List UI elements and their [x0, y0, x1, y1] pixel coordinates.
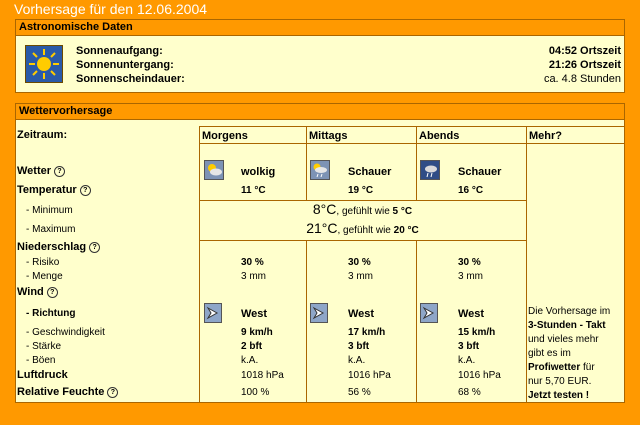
astro-panel: Astronomische Daten Sonnenaufgang: Sonne…	[15, 19, 625, 93]
maximum-label: - Maximum	[26, 224, 76, 235]
col-abends: Abends	[416, 126, 526, 144]
col-mittags: Mittags	[306, 126, 416, 144]
sunshine-value: ca. 4.8 Stunden	[543, 73, 621, 85]
wetter-abends: Schauer	[458, 166, 502, 178]
minimum-label: - Minimum	[26, 205, 73, 216]
help-icon[interactable]: ?	[107, 386, 119, 398]
niederschlag-label: Niederschlag?	[17, 241, 101, 253]
maximum-value: 21°C, gefühlt wie 20 °C	[306, 220, 419, 236]
grid-line	[416, 240, 417, 402]
staerke-mittags: 3 bft	[348, 341, 370, 352]
risiko-label: - Risiko	[26, 257, 60, 268]
col-morgens: Morgens	[199, 126, 306, 144]
temperatur-label: Temperatur?	[17, 184, 91, 196]
showers-icon	[310, 160, 330, 180]
promo-line: und vieles mehr	[528, 334, 599, 345]
sunset-value: 21:26 Ortszeit	[548, 59, 621, 71]
menge-abends: 3 mm	[458, 271, 483, 282]
menge-mittags: 3 mm	[348, 271, 373, 282]
richtung-label: - Richtung	[26, 308, 76, 319]
wetter-mittags: Schauer	[348, 166, 392, 178]
boeen-label: - Böen	[26, 355, 56, 366]
wetter-morgens: wolkig	[241, 166, 276, 178]
promo-line: gibt es im	[528, 348, 571, 359]
night-showers-icon	[420, 160, 440, 180]
astro-header: Astronomische Daten	[16, 20, 624, 36]
temp-abends: 16 °C	[458, 185, 484, 196]
richtung-morgens: West	[241, 308, 268, 320]
help-icon[interactable]: ?	[46, 286, 58, 298]
sunrise-label: Sonnenaufgang:	[76, 45, 163, 57]
help-icon[interactable]: ?	[54, 165, 66, 177]
jetzt-testen-link[interactable]: Jetzt testen !	[528, 389, 610, 403]
profiwetter-promo[interactable]: Die Vorhersage im 3-Stunden - Takt und v…	[528, 305, 610, 403]
geschw-abends: 15 km/h	[458, 327, 496, 338]
menge-label: - Menge	[26, 271, 63, 282]
temp-morgens: 11 °C	[241, 185, 266, 196]
wind-label: Wind?	[17, 286, 58, 298]
minimum-value: 8°C, gefühlt wie 5 °C	[312, 201, 413, 217]
promo-line: Profiwetter für	[528, 362, 595, 373]
richtung-abends: West	[458, 308, 485, 320]
luftdruck-label: Luftdruck	[17, 369, 68, 381]
forecast-panel: Wettervorhersage Zeitraum: Morgens Mitta…	[15, 103, 625, 403]
geschw-mittags: 17 km/h	[348, 327, 386, 338]
col-mehr[interactable]: Mehr?	[526, 126, 624, 144]
grid-line	[199, 240, 200, 402]
boeen-abends: k.A.	[458, 355, 476, 366]
grid-line	[306, 240, 307, 402]
wind-arrow-icon	[420, 303, 438, 323]
geschw-morgens: 9 km/h	[241, 327, 273, 338]
wind-arrow-icon	[204, 303, 222, 323]
druck-morgens: 1018 hPa	[241, 370, 284, 381]
wetter-label: Wetter?	[17, 165, 66, 177]
risiko-mittags: 30 %	[348, 257, 371, 268]
promo-line: Die Vorhersage im	[528, 306, 611, 317]
sun-icon	[25, 45, 63, 83]
forecast-header: Wettervorhersage	[16, 104, 624, 120]
grid-line	[416, 144, 417, 200]
richtung-mittags: West	[348, 308, 375, 320]
grid-line	[199, 144, 200, 200]
risiko-morgens: 30 %	[241, 257, 264, 268]
boeen-morgens: k.A.	[241, 355, 259, 366]
risiko-abends: 30 %	[458, 257, 481, 268]
wind-arrow-icon	[310, 303, 328, 323]
cloudy-sun-icon	[204, 160, 224, 180]
staerke-morgens: 2 bft	[241, 341, 263, 352]
staerke-label: - Stärke	[26, 341, 62, 352]
boeen-mittags: k.A.	[348, 355, 366, 366]
sunshine-label: Sonnenscheindauer:	[76, 73, 185, 85]
sunset-label: Sonnenuntergang:	[76, 59, 174, 71]
zeitraum-label: Zeitraum:	[17, 129, 68, 141]
druck-abends: 1016 hPa	[458, 370, 501, 381]
help-icon[interactable]: ?	[89, 241, 101, 253]
sunrise-value: 04:52 Ortszeit	[548, 45, 621, 57]
help-icon[interactable]: ?	[79, 184, 91, 196]
promo-line: nur 5,70 EUR.	[528, 376, 592, 387]
page-title: Vorhersage für den 12.06.2004	[14, 1, 208, 17]
promo-line: 3-Stunden - Takt	[528, 320, 606, 331]
geschwindigkeit-label: - Geschwindigkeit	[26, 327, 105, 338]
grid-line	[306, 144, 307, 200]
feuchte-label: Relative Feuchte?	[17, 386, 119, 398]
temp-mittags: 19 °C	[348, 185, 374, 196]
grid-line	[199, 240, 526, 241]
feuchte-morgens: 100 %	[241, 387, 270, 398]
menge-morgens: 3 mm	[241, 271, 266, 282]
feuchte-abends: 68 %	[458, 387, 481, 398]
feuchte-mittags: 56 %	[348, 387, 371, 398]
grid-line	[526, 144, 527, 402]
druck-mittags: 1016 hPa	[348, 370, 391, 381]
staerke-abends: 3 bft	[458, 341, 480, 352]
